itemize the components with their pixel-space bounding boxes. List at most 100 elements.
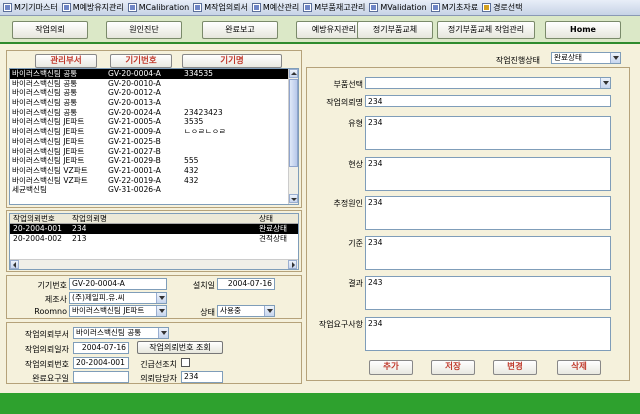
menu-item-base-data[interactable]: M기초자료 bbox=[430, 1, 481, 15]
chevron-down-icon[interactable] bbox=[610, 53, 620, 63]
equipment-dept: 바이러스백신팀 JE파트 bbox=[12, 117, 85, 127]
scroll-right-icon[interactable] bbox=[288, 260, 297, 269]
equipment-no: GV-22-0019-A bbox=[108, 175, 161, 185]
chevron-down-icon[interactable] bbox=[156, 293, 166, 303]
urgent-checkbox[interactable] bbox=[181, 358, 190, 367]
add-button[interactable]: 추가 bbox=[369, 360, 413, 375]
request-no-field[interactable]: 20-2004-001 bbox=[73, 357, 129, 369]
equip-no-field[interactable]: GV-20-0004-A bbox=[69, 278, 167, 290]
periodic-part-replacement-work-button[interactable]: 정기부품교체 작업관리 bbox=[437, 21, 535, 39]
work-requirements-label: 작업요구사항 bbox=[318, 320, 363, 329]
menu-item-validation[interactable]: MValidation bbox=[368, 1, 429, 15]
equipment-list[interactable]: 바이러스백신팀 공통 GV-20-0004-A 334535 바이러스백신팀 공통 GV… bbox=[9, 68, 299, 205]
work-request-button[interactable]: 작업의뢰 bbox=[12, 21, 88, 39]
chevron-down-icon[interactable] bbox=[264, 306, 274, 316]
home-button[interactable]: Home bbox=[545, 21, 621, 39]
menu-item-budget[interactable]: M예산관리 bbox=[251, 1, 302, 15]
scroll-down-icon[interactable] bbox=[289, 194, 298, 203]
edit-button[interactable]: 변경 bbox=[493, 360, 537, 375]
menu-item-equipment-master[interactable]: M기기마스터 bbox=[2, 1, 61, 15]
part-select[interactable] bbox=[365, 77, 611, 89]
equip-status-select[interactable]: 사용중 bbox=[217, 305, 275, 317]
due-date-field[interactable] bbox=[73, 371, 129, 383]
equipment-dept: 바이러스백신팀 공통 bbox=[12, 98, 78, 108]
scroll-left-icon[interactable] bbox=[10, 260, 19, 269]
request-row[interactable]: 20-2004-002 213 견적상태 bbox=[10, 234, 298, 244]
roomno-select[interactable]: 바이러스백신팀 JE파트 bbox=[69, 305, 167, 317]
request-list-hscrollbar[interactable] bbox=[10, 259, 298, 269]
type-field[interactable]: 234 bbox=[365, 116, 611, 150]
symptom-field[interactable]: 234 bbox=[365, 157, 611, 191]
type-label: 유형 bbox=[348, 119, 363, 128]
equipment-row[interactable]: 바이러스백신팀 JE파트 GV-21-0027-B bbox=[10, 147, 298, 157]
chevron-down-icon[interactable] bbox=[158, 328, 168, 338]
equipment-dept: 바이러스백신팀 JE파트 bbox=[12, 146, 85, 156]
equipment-row[interactable]: 바이러스백신팀 공통 GV-20-0010-A bbox=[10, 79, 298, 89]
request-dept-select[interactable]: 바이러스백신팀 공통 bbox=[73, 327, 169, 339]
cause-diagnosis-button[interactable]: 원인진단 bbox=[106, 21, 182, 39]
delete-button[interactable]: 삭제 bbox=[557, 360, 601, 375]
toolbar: 작업의뢰 원인진단 완료보고 예방유지관리 정기부품교체 정기부품교체 작업관리… bbox=[0, 16, 640, 44]
equipment-dept: 바이러스백신팀 VZ파트 bbox=[12, 165, 88, 175]
chevron-down-icon[interactable] bbox=[156, 306, 166, 316]
maker-label: 제조사 bbox=[44, 295, 67, 304]
request-date-field[interactable]: 2004-07-16 bbox=[73, 342, 129, 354]
equipment-row[interactable]: 바이러스백신팀 JE파트 GV-21-0009-A ㄴㅇㄹㄴㅇㄹ bbox=[10, 127, 298, 137]
symptom-label: 현상 bbox=[348, 160, 363, 169]
equip-no-sort-button[interactable]: 기기번호 bbox=[110, 54, 172, 68]
progress-status-select[interactable]: 완료상태 bbox=[551, 52, 621, 64]
install-date-field[interactable]: 2004-07-16 bbox=[217, 278, 275, 290]
status-label: 상태 bbox=[200, 308, 215, 317]
menu-item-path-select[interactable]: 경로선택 bbox=[481, 1, 525, 15]
equip-name-sort-button[interactable]: 기기명 bbox=[182, 54, 282, 68]
equipment-row[interactable]: 바이러스백신팀 공통 GV-20-0012-A bbox=[10, 88, 298, 98]
menu-item-parts-inventory[interactable]: M부품재고관리 bbox=[302, 1, 368, 15]
request-list-panel: 작업의뢰번호 작업의뢰명 상태 20-2004-001 234 완료상태 20-200… bbox=[6, 210, 302, 272]
chevron-down-icon[interactable] bbox=[600, 78, 610, 88]
criteria-field[interactable]: 234 bbox=[365, 236, 611, 270]
request-list[interactable]: 작업의뢰번호 작업의뢰명 상태 20-2004-001 234 완료상태 20-200… bbox=[9, 213, 299, 270]
equipment-row[interactable]: 세균백신팀 GV-31-0026-A bbox=[10, 185, 298, 195]
equipment-list-scrollbar[interactable] bbox=[288, 69, 298, 204]
equipment-row[interactable]: 바이러스백신팀 공통 GV-20-0024-A 23423423 bbox=[10, 108, 298, 118]
part-select-label: 부품선택 bbox=[333, 80, 363, 89]
header-request-name: 작업의뢰명 bbox=[72, 214, 107, 223]
scroll-thumb[interactable] bbox=[289, 79, 298, 167]
lookup-request-no-button[interactable]: 작업의뢰번호 조회 bbox=[137, 341, 223, 354]
equipment-no: GV-21-0009-A bbox=[108, 127, 161, 137]
dept-sort-button[interactable]: 관리부서 bbox=[35, 54, 97, 68]
equipment-row[interactable]: 바이러스백신팀 JE파트 GV-21-0025-B bbox=[10, 137, 298, 147]
periodic-part-replacement-button[interactable]: 정기부품교체 bbox=[357, 21, 433, 39]
equipment-row[interactable]: 바이러스백신팀 VZ파트 GV-21-0001-A 432 bbox=[10, 166, 298, 176]
form-icon bbox=[193, 3, 203, 12]
equipment-row[interactable]: 바이러스백신팀 JE파트 GV-21-0029-B 555 bbox=[10, 156, 298, 166]
equipment-row[interactable]: 바이러스백신팀 JE파트 GV-21-0005-A 3535 bbox=[10, 117, 298, 127]
request-name: 213 bbox=[72, 233, 87, 243]
completion-report-button[interactable]: 완료보고 bbox=[202, 21, 278, 39]
owner-field[interactable]: 234 bbox=[181, 371, 223, 383]
menu-item-preventive-maintenance[interactable]: M예방유지관리 bbox=[61, 1, 127, 15]
menu-item-work-request[interactable]: M작업의뢰서 bbox=[192, 1, 251, 15]
scroll-up-icon[interactable] bbox=[289, 69, 298, 78]
request-no: 20-2004-002 bbox=[13, 233, 62, 243]
work-requirements-field[interactable]: 234 bbox=[365, 317, 611, 351]
form-icon bbox=[3, 3, 12, 12]
request-row[interactable]: 20-2004-001 234 완료상태 bbox=[10, 224, 298, 234]
equipment-no: GV-20-0024-A bbox=[108, 107, 161, 117]
due-date-label: 완료요구일 bbox=[32, 374, 69, 383]
equipment-row[interactable]: 바이러스백신팀 공통 GV-20-0013-A bbox=[10, 98, 298, 108]
save-button[interactable]: 저장 bbox=[431, 360, 475, 375]
result-field[interactable]: 243 bbox=[365, 276, 611, 310]
form-icon bbox=[251, 3, 261, 12]
request-info-panel: 작업의뢰부서 바이러스백신팀 공통 작업의뢰일자 2004-07-16 작업의뢰… bbox=[6, 322, 302, 384]
maker-select[interactable]: (주)제일피.유.씨 bbox=[69, 292, 167, 304]
request-no-label: 작업의뢰번호 bbox=[24, 360, 69, 369]
equipment-no: GV-20-0013-A bbox=[108, 98, 161, 108]
header-request-no: 작업의뢰번호 bbox=[13, 214, 55, 223]
menu-item-calibration[interactable]: MCalibration bbox=[127, 1, 192, 15]
request-name-field[interactable]: 234 bbox=[365, 95, 611, 107]
estimated-cause-field[interactable]: 234 bbox=[365, 196, 611, 230]
form-icon bbox=[430, 3, 440, 12]
equipment-row[interactable]: 바이러스백신팀 VZ파트 GV-22-0019-A 432 bbox=[10, 176, 298, 186]
equipment-row[interactable]: 바이러스백신팀 공통 GV-20-0004-A 334535 bbox=[10, 69, 298, 79]
